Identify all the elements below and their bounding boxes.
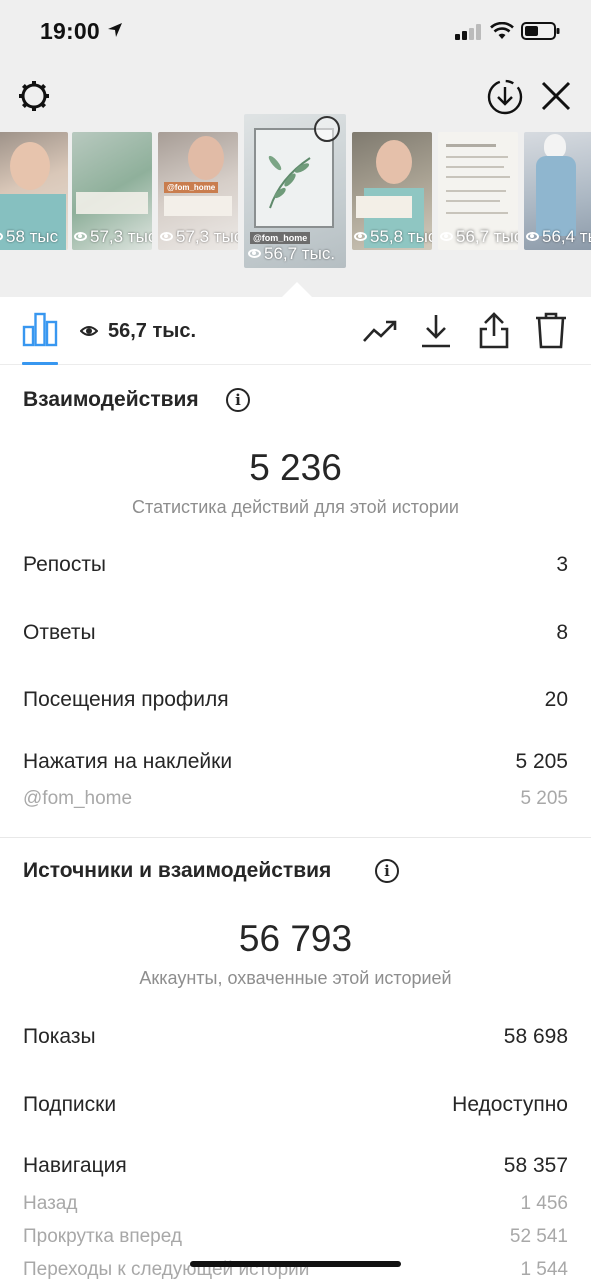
sub-value-next-story: 1 544 xyxy=(520,1259,568,1280)
home-indicator[interactable] xyxy=(190,1261,401,1267)
row-label-profile-visits: Посещения профиля xyxy=(23,688,229,711)
row-value-profile-visits: 20 xyxy=(544,688,568,711)
row-label-sticker-taps: Нажатия на наклейки xyxy=(23,750,233,773)
row-value-navigation: 58 357 xyxy=(503,1154,568,1177)
close-icon[interactable] xyxy=(540,80,572,112)
row-label-navigation: Навигация xyxy=(23,1154,127,1177)
row-label-follows: Подписки xyxy=(23,1093,117,1116)
location-arrow-icon xyxy=(108,23,122,37)
row-label-impressions: Показы xyxy=(23,1025,96,1048)
discovery-total: 56 793 xyxy=(238,918,353,959)
sub-value-sticker-handle: 5 205 xyxy=(520,788,568,809)
eye-icon xyxy=(80,326,98,336)
story-thumbnail[interactable]: @fom_home 57,3 тыс xyxy=(158,132,238,250)
sub-label-back: Назад xyxy=(23,1193,78,1214)
selected-pointer xyxy=(282,282,312,297)
info-icon[interactable]: i xyxy=(375,859,399,883)
row-value-sticker-taps: 5 205 xyxy=(515,750,568,773)
thumbnail-views: 56,7 тыс xyxy=(456,227,518,246)
bar-chart-icon[interactable] xyxy=(22,311,58,347)
thumbnail-views: 56,4 тыс xyxy=(542,227,591,246)
story-thumbnail[interactable]: 56,7 тыс xyxy=(438,132,518,250)
trash-icon[interactable] xyxy=(534,312,568,350)
insights-toolbar: 56,7 тыс. xyxy=(0,297,591,365)
thumbnail-views: 56,7 тыс. xyxy=(264,244,336,263)
story-thumbnail[interactable]: 55,8 тыс xyxy=(352,132,432,250)
info-icon[interactable]: i xyxy=(226,388,250,412)
thumbnail-views: 58 тыс xyxy=(6,227,59,246)
leaf-pattern-icon xyxy=(268,155,311,209)
status-time: 19:00 xyxy=(40,18,100,44)
row-value-impressions: 58 698 xyxy=(503,1025,568,1048)
story-preview-area: 19:00 58 тыс 57,3 тыс @fom_home 57,3 тыс… xyxy=(0,0,591,297)
discovery-caption: Аккаунты, охваченные этой историей xyxy=(139,968,452,988)
row-value-replies: 8 xyxy=(556,621,568,644)
story-thumbnail[interactable]: 57,3 тыс xyxy=(72,132,152,250)
story-thumbnail[interactable]: 58 тыс xyxy=(0,132,68,250)
thumbnail-views: 57,3 тыс xyxy=(176,227,238,246)
thumbnail-views: 55,8 тыс xyxy=(370,227,432,246)
insights-panel: 56,7 тыс. Взаимодействия i 5 236 Статист… xyxy=(0,297,591,1280)
thumbnail-views: 57,3 тыс xyxy=(90,227,152,246)
story-thumbnails: 58 тыс 57,3 тыс @fom_home 57,3 тыс @fom_… xyxy=(0,112,591,272)
row-value-reposts: 3 xyxy=(556,553,568,576)
trend-icon[interactable] xyxy=(362,317,398,345)
interactions-caption: Статистика действий для этой истории xyxy=(132,497,459,517)
sub-value-forward: 52 541 xyxy=(509,1226,568,1247)
thumbnail-handle: @fom_home xyxy=(250,232,311,244)
story-thumbnail[interactable]: 56,4 тыс xyxy=(524,132,591,250)
sub-value-back: 1 456 xyxy=(520,1193,568,1214)
sub-label-sticker-handle[interactable]: @fom_home xyxy=(23,788,132,810)
viewers-count[interactable]: 56,7 тыс. xyxy=(108,320,196,343)
sub-label-forward: Прокрутка вперед xyxy=(23,1226,182,1247)
save-story-icon[interactable] xyxy=(486,78,524,116)
discovery-title: Источники и взаимодействия xyxy=(23,859,332,882)
signal-icon xyxy=(455,24,481,40)
row-label-replies: Ответы xyxy=(23,621,96,644)
section-divider xyxy=(0,837,591,838)
row-label-reposts: Репосты xyxy=(23,553,107,576)
wifi-icon xyxy=(490,22,514,39)
active-tab-indicator xyxy=(22,362,58,365)
interactions-title: Взаимодействия xyxy=(23,388,199,411)
interactions-total: 5 236 xyxy=(249,447,342,488)
status-bar: 19:00 xyxy=(0,0,591,64)
download-icon[interactable] xyxy=(420,313,452,349)
battery-icon xyxy=(521,22,560,40)
settings-gear-icon[interactable] xyxy=(16,78,52,114)
story-thumbnail-selected[interactable]: @fom_home 56,7 тыс. xyxy=(244,114,346,268)
share-icon[interactable] xyxy=(478,312,510,350)
row-value-follows: Недоступно xyxy=(452,1093,568,1116)
thumbnail-handle: @fom_home xyxy=(164,182,219,193)
